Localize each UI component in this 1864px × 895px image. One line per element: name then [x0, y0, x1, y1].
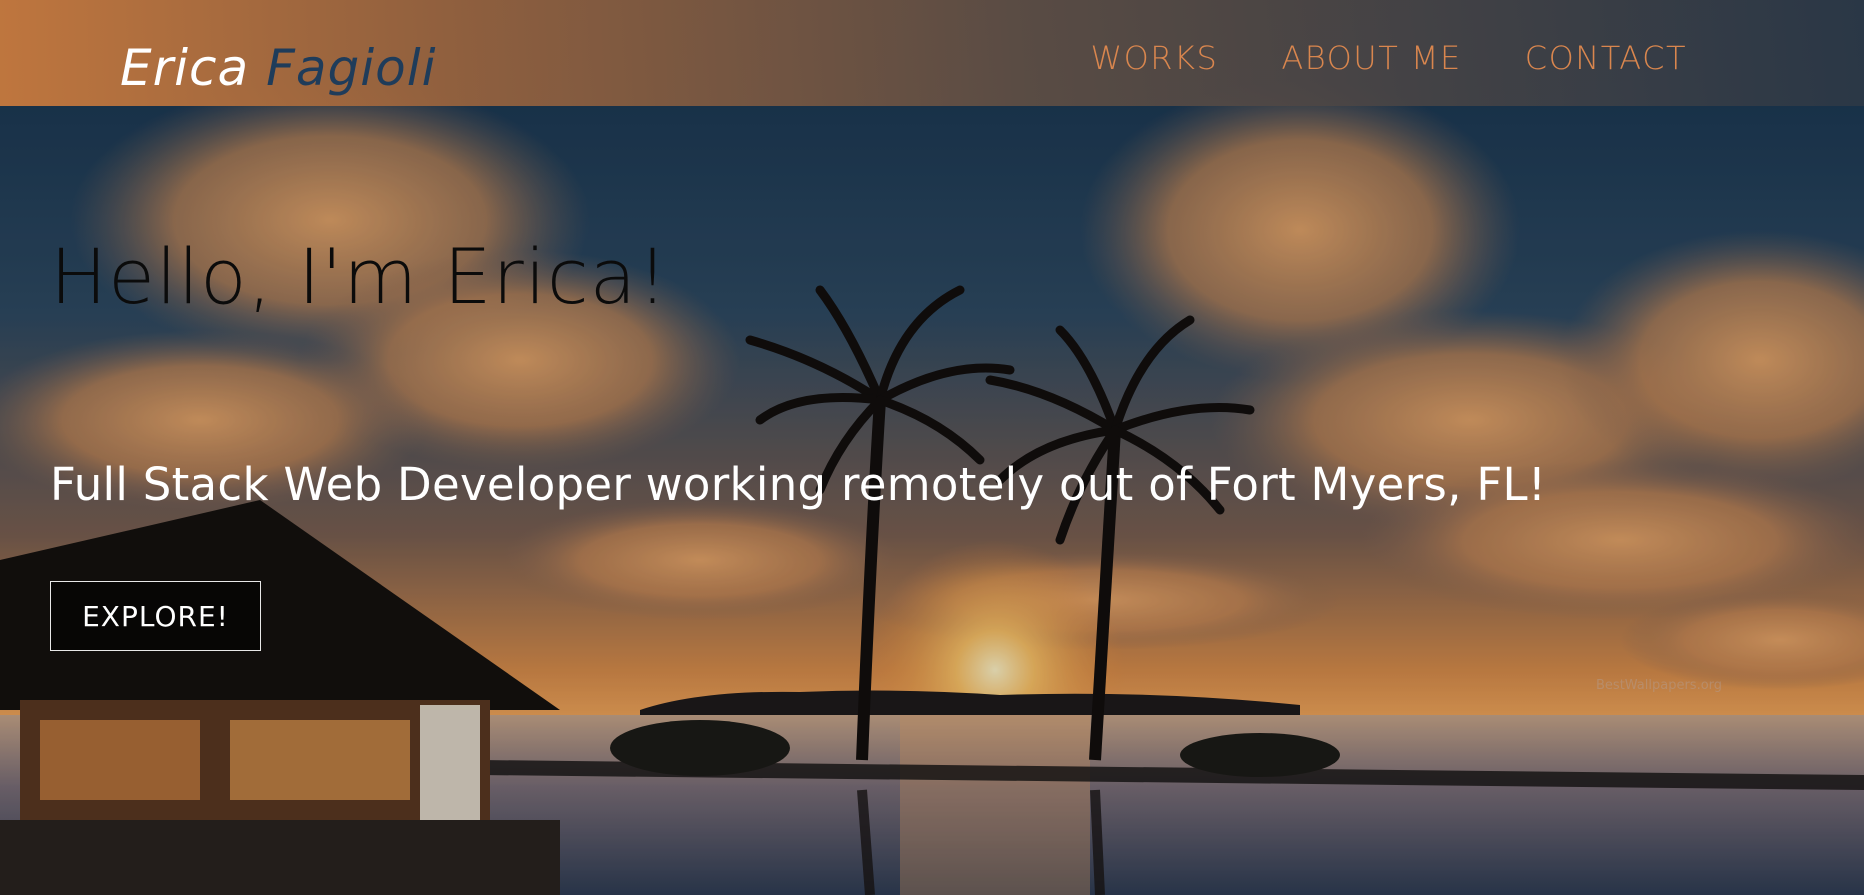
top-navbar: Erica Fagioli WORKS ABOUT ME CONTACT [0, 0, 1864, 106]
nav-link-contact[interactable]: CONTACT [1525, 36, 1687, 80]
brand-logo[interactable]: Erica Fagioli [120, 38, 436, 98]
hero-subtitle: Full Stack Web Developer working remotel… [50, 458, 1547, 511]
portfolio-page: Erica Fagioli WORKS ABOUT ME CONTACT Hel… [0, 0, 1864, 895]
main-nav: WORKS ABOUT ME CONTACT [1090, 36, 1687, 80]
nav-link-about-me[interactable]: ABOUT ME [1281, 36, 1461, 80]
explore-button[interactable]: EXPLORE! [50, 581, 261, 651]
brand-last-name: Fagioli [266, 39, 437, 97]
hero-background-image [0, 0, 1864, 895]
image-watermark: BestWallpapers.org [1596, 678, 1723, 693]
brand-first-name: Erica [120, 39, 250, 97]
hero-title: Hello, I'm Erica! [50, 232, 669, 321]
nav-link-works[interactable]: WORKS [1090, 36, 1218, 80]
